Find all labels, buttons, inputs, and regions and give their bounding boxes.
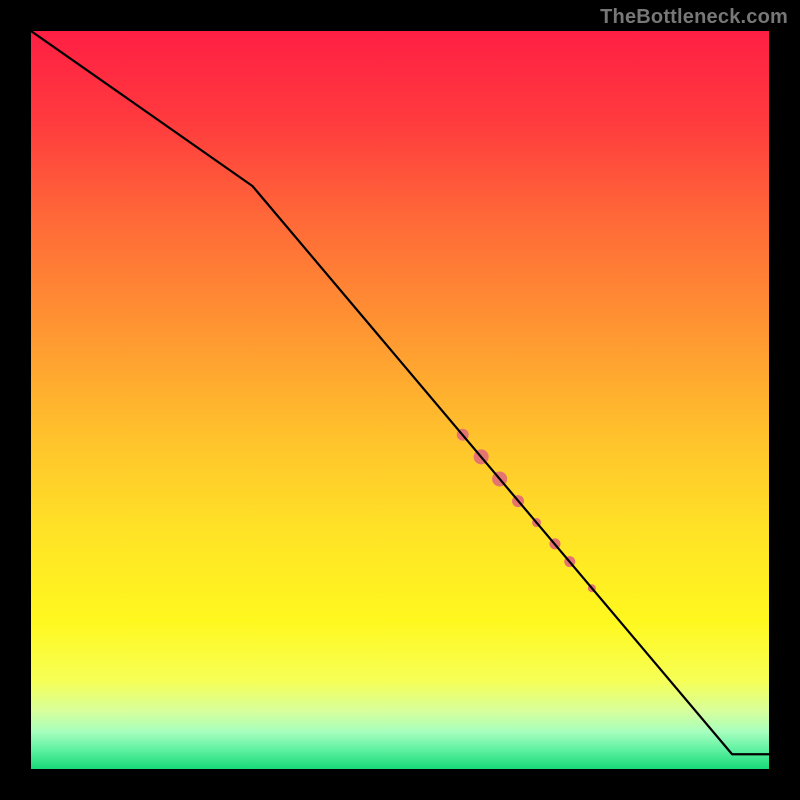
plot-background [31, 31, 769, 769]
watermark-text: TheBottleneck.com [600, 6, 788, 29]
chart-stage: { "watermark": "TheBottleneck.com", "cha… [0, 0, 800, 800]
bottleneck-chart [0, 0, 800, 800]
